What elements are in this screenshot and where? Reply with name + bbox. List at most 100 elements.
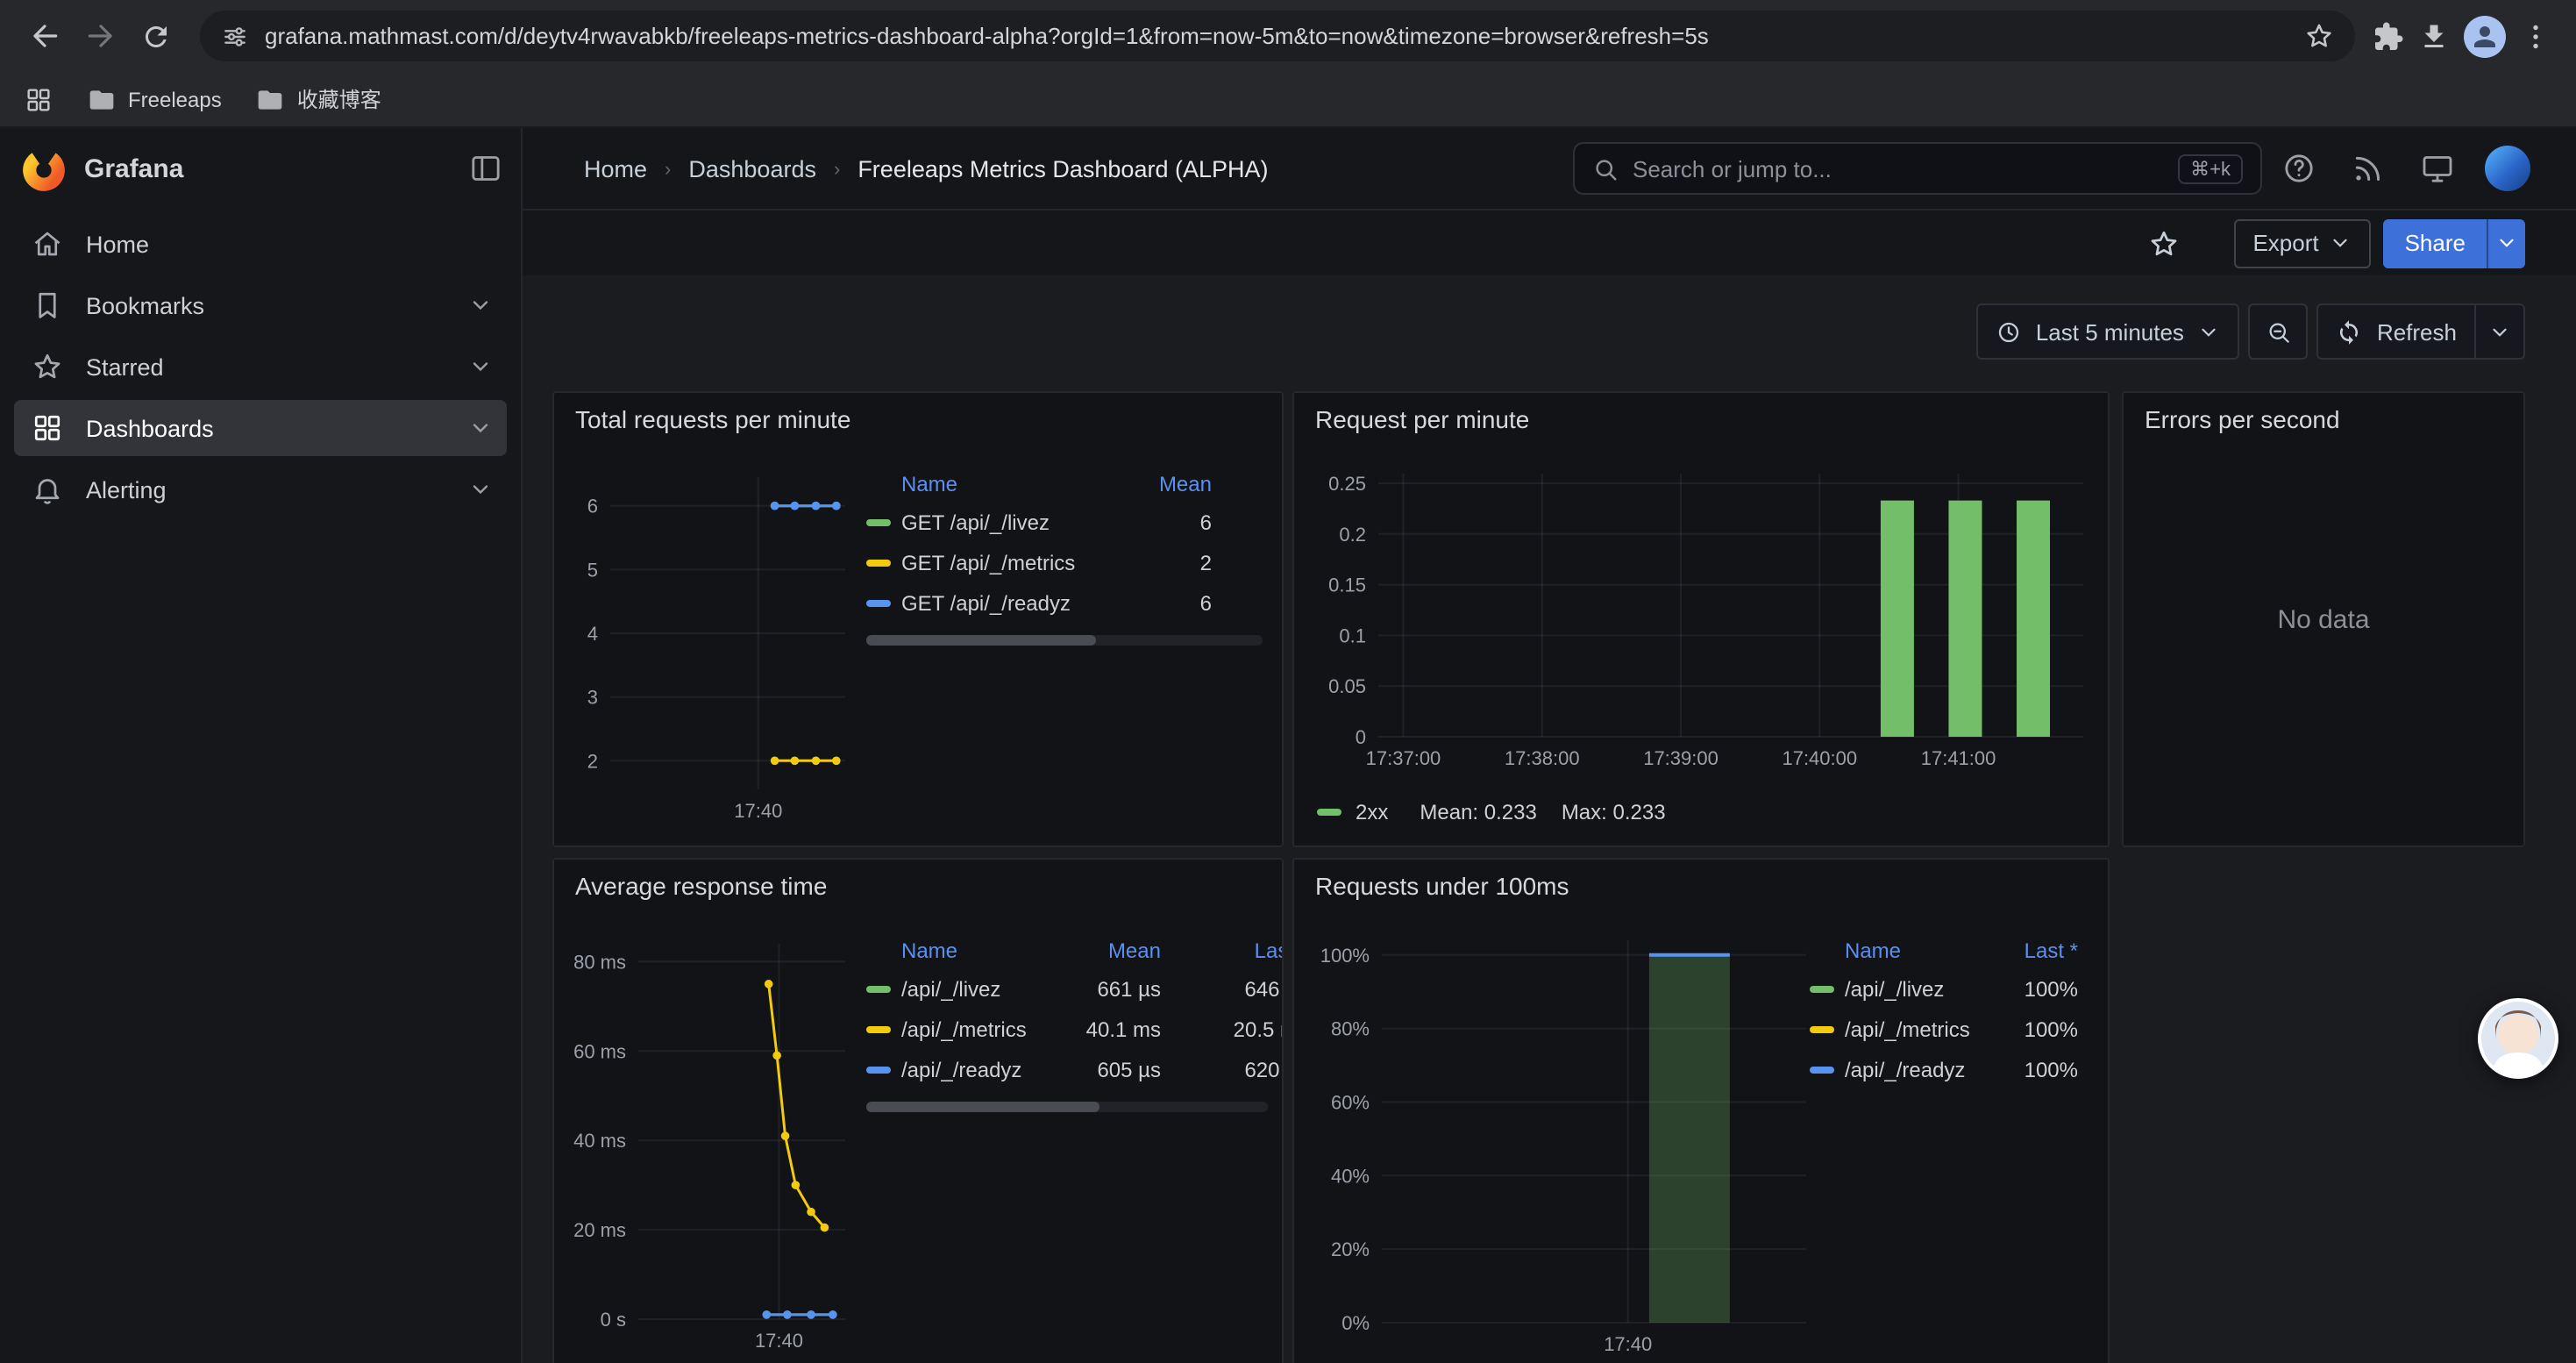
sidebar-collapse-icon[interactable] bbox=[468, 151, 503, 186]
series-mean-value: 605 µs bbox=[1059, 1057, 1161, 1081]
series-label[interactable]: /api/_/readyz bbox=[1845, 1057, 1965, 1081]
svg-text:80%: 80% bbox=[1331, 1018, 1370, 1040]
time-controls: Last 5 minutes Refresh bbox=[1976, 303, 2525, 360]
legend-row: /api/_/metrics 100% bbox=[1810, 1009, 2097, 1049]
series-last-value: 20.5 ms bbox=[1161, 1017, 1284, 1041]
under-100ms-chart[interactable]: 0%20%40%60%80%100%17:40 bbox=[1308, 926, 1820, 1363]
news-rss-icon[interactable] bbox=[2350, 151, 2385, 186]
svg-text:2: 2 bbox=[587, 750, 598, 772]
refresh-interval-dropdown[interactable] bbox=[2476, 303, 2525, 360]
sidebar-item-alerting[interactable]: Alerting bbox=[14, 461, 507, 517]
apps-grid-icon[interactable] bbox=[25, 85, 53, 113]
legend-header-mean[interactable]: Mean bbox=[1059, 938, 1161, 963]
panel-title[interactable]: Total requests per minute bbox=[575, 405, 850, 433]
series-label[interactable]: /api/_/metrics bbox=[901, 1017, 1027, 1041]
monitor-kiosk-icon[interactable] bbox=[2420, 151, 2455, 186]
sidebar-item-home[interactable]: Home bbox=[14, 216, 507, 272]
sidebar-item-bookmarks[interactable]: Bookmarks bbox=[14, 277, 507, 333]
series-label[interactable]: GET /api/_/readyz bbox=[901, 590, 1071, 615]
folder-icon bbox=[257, 85, 285, 113]
browser-profile-avatar[interactable] bbox=[2464, 15, 2506, 57]
favorite-star-icon[interactable] bbox=[2147, 227, 2179, 259]
total-requests-chart[interactable]: 2345617:40 bbox=[568, 460, 859, 831]
svg-text:20%: 20% bbox=[1331, 1238, 1370, 1260]
legend-header-row: Name Mean Last * bbox=[866, 933, 1284, 968]
reload-icon bbox=[140, 20, 172, 52]
chevron-down-icon[interactable] bbox=[468, 293, 493, 318]
panel-request-per-minute: Request per minute 00.050.10.150.20.2517… bbox=[1292, 391, 2110, 847]
series-label[interactable]: GET /api/_/metrics bbox=[901, 550, 1075, 574]
share-dropdown-button[interactable] bbox=[2487, 218, 2525, 268]
grafana-logo[interactable] bbox=[21, 146, 67, 192]
series-mean-value: 6 bbox=[1142, 590, 1212, 615]
search-shortcut-badge: ⌘+k bbox=[2178, 153, 2243, 183]
series-label[interactable]: /api/_/livez bbox=[901, 976, 1000, 1001]
legend-scrollbar[interactable] bbox=[866, 1102, 1268, 1112]
legend-header-last[interactable]: Last * bbox=[1161, 938, 1284, 963]
legend-scrollbar[interactable] bbox=[866, 635, 1263, 646]
panel-title[interactable]: Request per minute bbox=[1315, 405, 1529, 433]
sidebar-item-dashboards[interactable]: Dashboards bbox=[14, 400, 507, 456]
sidebar-header: Grafana bbox=[0, 128, 521, 211]
legend-table: Name Mean Last * /api/_/livez 661 µs 646… bbox=[866, 933, 1284, 1089]
legend-row: /api/_/metrics 40.1 ms 20.5 ms bbox=[866, 1009, 1284, 1049]
zoom-out-icon bbox=[2266, 318, 2292, 345]
legend-header-name[interactable]: Name bbox=[866, 472, 1142, 496]
legend-header-mean[interactable]: Mean bbox=[1142, 472, 1212, 496]
url-text[interactable]: grafana.mathmast.com/d/deytv4rwavabkb/fr… bbox=[265, 23, 2288, 49]
time-range-picker[interactable]: Last 5 minutes bbox=[1976, 303, 2240, 360]
download-icon[interactable] bbox=[2418, 20, 2450, 52]
svg-text:17:38:00: 17:38:00 bbox=[1505, 747, 1580, 769]
legend-header-name[interactable]: Name bbox=[1810, 938, 1987, 963]
sidebar-item-starred[interactable]: Starred bbox=[14, 339, 507, 395]
help-icon[interactable] bbox=[2281, 151, 2316, 186]
series-swatch bbox=[866, 518, 891, 525]
legend-table: Name Mean GET /api/_/livez 6 GET /api/_/… bbox=[866, 467, 1263, 623]
bookmarks-bar: Freeleaps 收藏博客 bbox=[0, 72, 2576, 128]
svg-text:17:39:00: 17:39:00 bbox=[1643, 747, 1719, 769]
breadcrumb-home[interactable]: Home bbox=[584, 156, 647, 182]
zoom-out-button[interactable] bbox=[2249, 303, 2309, 360]
assistant-avatar-button[interactable] bbox=[2478, 998, 2558, 1079]
chevron-down-icon[interactable] bbox=[468, 477, 493, 502]
browser-menu-kebab-icon[interactable] bbox=[2520, 20, 2551, 52]
panel-title[interactable]: Requests under 100ms bbox=[1315, 872, 1569, 900]
panel-errors-per-second: Errors per second No data bbox=[2122, 391, 2525, 847]
user-avatar[interactable] bbox=[2485, 146, 2530, 191]
series-label[interactable]: /api/_/metrics bbox=[1845, 1017, 1970, 1041]
legend-header-last[interactable]: Last * bbox=[1987, 938, 2078, 963]
svg-text:6: 6 bbox=[587, 496, 598, 517]
panel-title[interactable]: Average response time bbox=[575, 872, 827, 900]
search-input[interactable]: Search or jump to... ⌘+k bbox=[1573, 142, 2262, 195]
arrow-left-icon bbox=[27, 19, 60, 53]
bookmark-label: Freeleaps bbox=[128, 87, 222, 111]
avg-response-time-chart[interactable]: 0 s20 ms40 ms60 ms80 ms17:40 bbox=[568, 926, 859, 1363]
browser-forward-button[interactable] bbox=[74, 10, 126, 62]
legend-header-name[interactable]: Name bbox=[866, 938, 1059, 963]
address-bar[interactable]: grafana.mathmast.com/d/deytv4rwavabkb/fr… bbox=[200, 11, 2355, 61]
series-label[interactable]: 2xx bbox=[1356, 800, 1388, 824]
scrollbar-thumb[interactable] bbox=[866, 1102, 1099, 1112]
bookmark-star-icon[interactable] bbox=[2304, 21, 2334, 51]
bookmark-item-blog[interactable]: 收藏博客 bbox=[257, 84, 381, 114]
series-mean-value: 2 bbox=[1142, 550, 1212, 574]
series-label[interactable]: /api/_/readyz bbox=[901, 1057, 1021, 1081]
series-label[interactable]: GET /api/_/livez bbox=[901, 510, 1050, 534]
svg-text:0.2: 0.2 bbox=[1339, 524, 1366, 546]
refresh-button[interactable]: Refresh bbox=[2317, 303, 2476, 360]
request-per-minute-chart[interactable]: 00.050.10.150.20.2517:37:0017:38:0017:39… bbox=[1308, 460, 2097, 782]
browser-back-button[interactable] bbox=[18, 10, 70, 62]
browser-reload-button[interactable] bbox=[130, 10, 182, 62]
extensions-puzzle-icon[interactable] bbox=[2373, 20, 2404, 52]
export-button[interactable]: Export bbox=[2233, 218, 2371, 268]
chevron-down-icon[interactable] bbox=[468, 416, 493, 440]
share-button-group: Share bbox=[2384, 218, 2525, 268]
breadcrumb-dashboards[interactable]: Dashboards bbox=[688, 156, 816, 182]
sidebar-item-label: Home bbox=[86, 231, 149, 257]
bookmark-item-freeleaps[interactable]: Freeleaps bbox=[88, 85, 222, 113]
scrollbar-thumb[interactable] bbox=[866, 635, 1096, 646]
share-button[interactable]: Share bbox=[2384, 218, 2487, 268]
series-last-value: 100% bbox=[1987, 1057, 2078, 1081]
chevron-down-icon[interactable] bbox=[468, 354, 493, 379]
series-label[interactable]: /api/_/livez bbox=[1845, 976, 1944, 1001]
